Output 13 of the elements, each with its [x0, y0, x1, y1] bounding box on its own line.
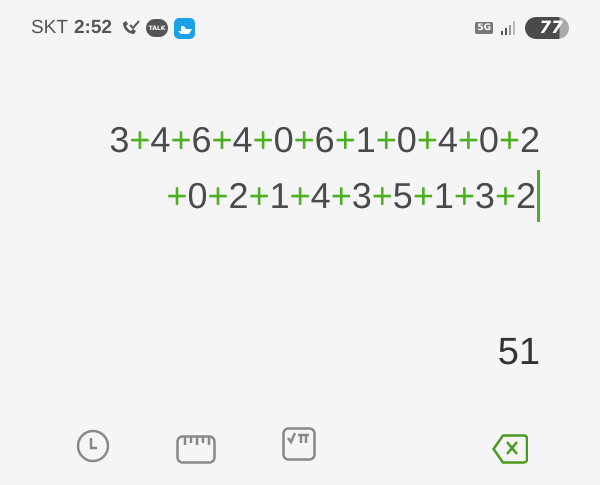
carrier-name: SKT [31, 16, 68, 40]
boat-app-icon [174, 18, 195, 38]
ruler-icon[interactable] [176, 435, 216, 465]
network-type-indicator: 5G [475, 22, 493, 34]
clock-icon[interactable] [76, 429, 110, 463]
clock-time: 2:52 [74, 16, 112, 40]
result-value: 51 [498, 330, 540, 374]
battery-indicator: 77 [525, 17, 569, 39]
expression-line: 3+4+6+4+0+6+1+0+4+0+2 [109, 118, 540, 162]
backspace-icon[interactable] [492, 434, 528, 464]
expression-line: +0+2+1+4+3+5+1+3+2 [166, 170, 540, 222]
signal-icon [501, 21, 517, 35]
scientific-mode-icon[interactable] [282, 427, 316, 461]
